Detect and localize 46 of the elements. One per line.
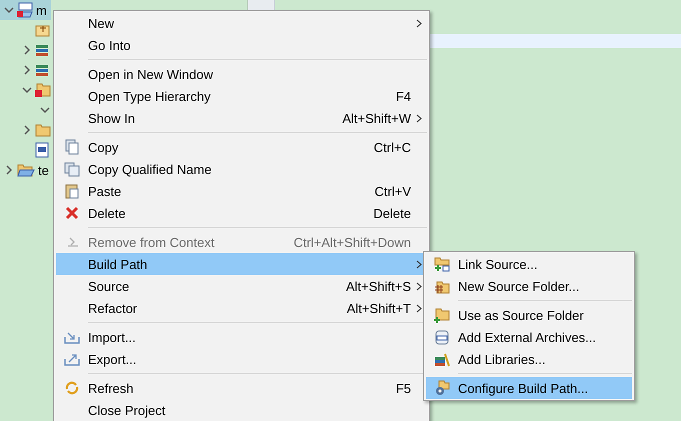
menu-item[interactable]: Open in New Window [56, 63, 427, 85]
gear-icon [434, 380, 450, 396]
menu-item[interactable]: New [56, 12, 427, 34]
tree-row[interactable]: te [0, 160, 53, 180]
tree-label[interactable]: te [38, 162, 49, 178]
library-icon [35, 63, 51, 77]
menu-item[interactable]: Go Into [56, 34, 427, 56]
library-icon [434, 351, 450, 367]
menu-item[interactable]: Use as Source Folder [426, 304, 632, 326]
copy-icon [64, 139, 80, 155]
tree-label[interactable]: m [36, 2, 47, 18]
menu-item[interactable]: Refactor Alt+Shift+T [56, 297, 427, 319]
folder-error-icon [35, 83, 51, 97]
delete-icon [64, 205, 80, 221]
menu-item[interactable]: Add External Archives... [426, 326, 632, 348]
library-icon [35, 43, 51, 57]
menu-item[interactable]: Paste Ctrl+V [56, 180, 427, 202]
link-source-icon [434, 256, 450, 272]
jar-icon [434, 329, 450, 345]
clipboard-icon [64, 183, 80, 199]
source-folder-icon [434, 307, 450, 323]
menu-item[interactable]: Copy Qualified Name [56, 158, 427, 180]
menu-item[interactable]: Refresh F5 [56, 377, 427, 399]
menu-item[interactable]: Source Alt+Shift+S [56, 275, 427, 297]
chevron-right-icon[interactable] [4, 165, 14, 175]
menu-item[interactable]: Configure Build Path... [426, 377, 632, 399]
folder-icon [35, 123, 51, 137]
menu-item[interactable]: Open Type Hierarchy F4 [56, 85, 427, 107]
project-icon [17, 2, 33, 18]
menu-item[interactable]: Add Libraries... [426, 348, 632, 370]
menu-item[interactable]: New Source Folder... [426, 275, 632, 297]
chevron-right-icon[interactable] [22, 125, 32, 135]
open-folder-icon [17, 163, 35, 177]
tree-row[interactable]: m [0, 0, 51, 20]
menu-item[interactable]: Show In Alt+Shift+W [56, 107, 427, 129]
menu-item[interactable]: Close Project [56, 399, 427, 421]
package-icon [35, 23, 51, 37]
menu-item[interactable]: Import... [56, 326, 427, 348]
chevron-down-icon[interactable] [4, 5, 14, 15]
menu-item[interactable]: Delete Delete [56, 202, 427, 224]
menu-item[interactable]: Link Source... [426, 253, 632, 275]
copy-icon [64, 161, 80, 177]
refresh-icon [64, 380, 80, 396]
menu-item[interactable]: Copy Ctrl+C [56, 136, 427, 158]
file-icon [35, 142, 49, 158]
menu-item[interactable]: Export... [56, 348, 427, 370]
